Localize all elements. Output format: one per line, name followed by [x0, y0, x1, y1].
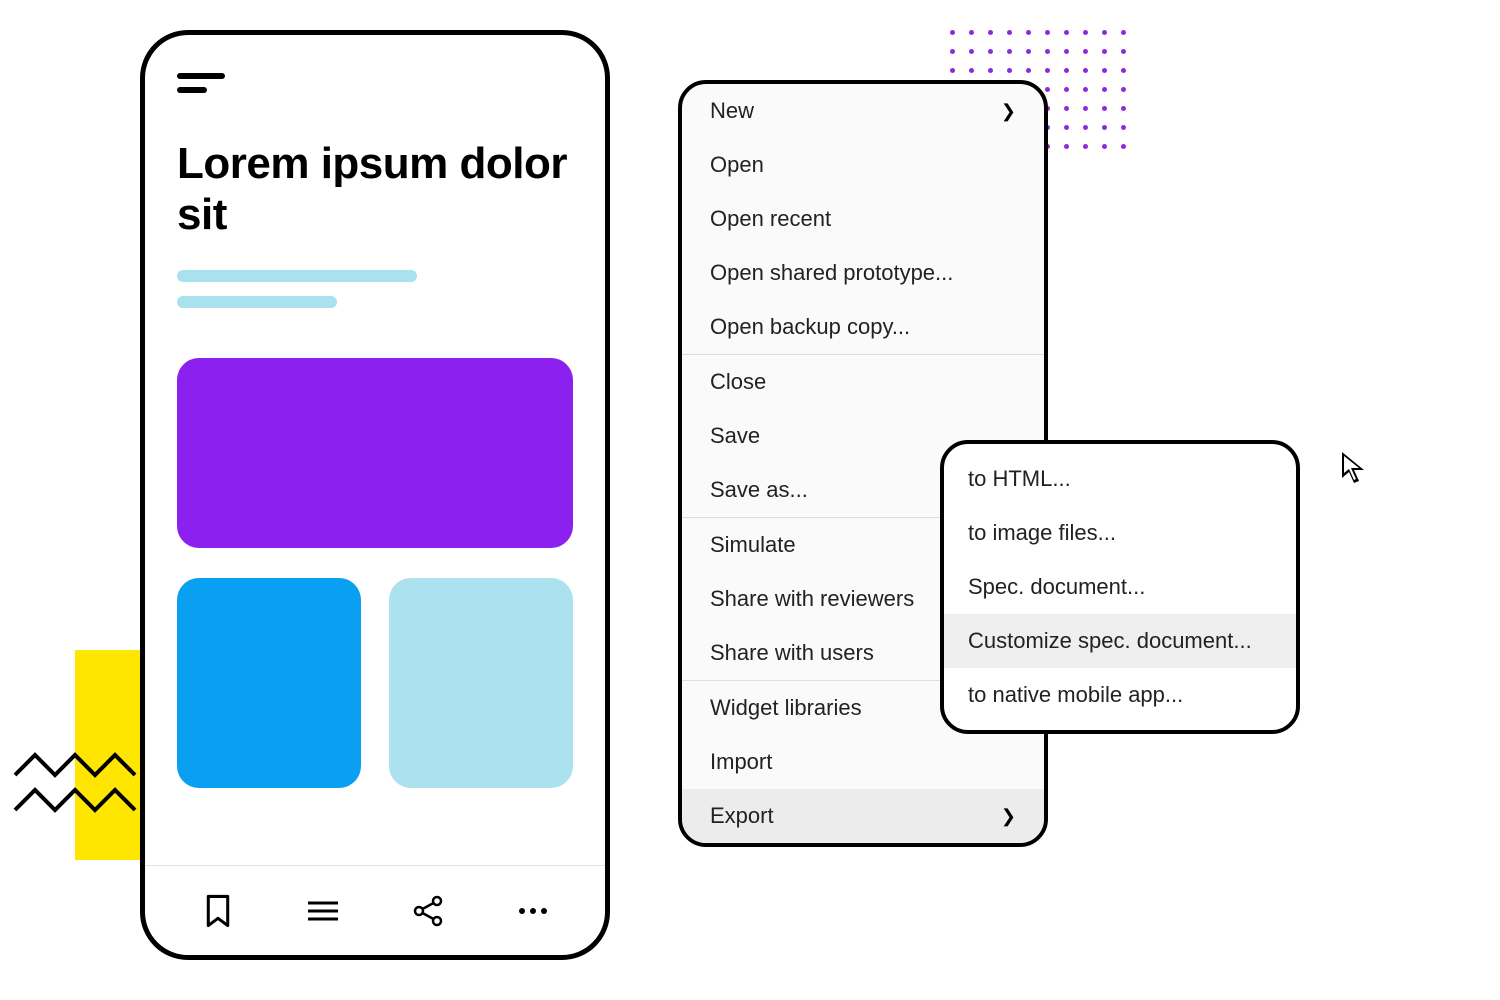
- card-item-blue[interactable]: [177, 578, 361, 788]
- page-title: Lorem ipsum dolor sit: [177, 139, 573, 240]
- subtitle-placeholder: [177, 270, 573, 308]
- submenu-item-to-native-mobile-app[interactable]: to native mobile app...: [944, 668, 1296, 722]
- bookmark-icon[interactable]: [200, 893, 236, 929]
- card-item-lightblue[interactable]: [389, 578, 573, 788]
- more-icon[interactable]: [515, 893, 551, 929]
- menu-item-label: Open recent: [710, 206, 831, 232]
- phone-toolbar: [145, 865, 605, 955]
- phone-mockup: Lorem ipsum dolor sit: [140, 30, 610, 960]
- mouse-cursor-icon: [1340, 450, 1368, 486]
- menu-item-label: Open: [710, 152, 764, 178]
- menu-item-label: Save: [710, 423, 760, 449]
- menu-item-label: Share with reviewers: [710, 586, 914, 612]
- menu-item-open-backup-copy[interactable]: Open backup copy...: [682, 300, 1044, 354]
- menu-item-label: Close: [710, 369, 766, 395]
- submenu-item-spec-document[interactable]: Spec. document...: [944, 560, 1296, 614]
- card-featured[interactable]: [177, 358, 573, 548]
- chevron-right-icon: ❯: [1001, 101, 1016, 122]
- share-icon[interactable]: [410, 893, 446, 929]
- submenu-item-label: to native mobile app...: [968, 682, 1183, 707]
- submenu-item-label: Customize spec. document...: [968, 628, 1252, 653]
- chevron-right-icon: ❯: [1001, 806, 1016, 827]
- menu-item-label: Open backup copy...: [710, 314, 910, 340]
- submenu-item-customize-spec-document[interactable]: Customize spec. document...: [944, 614, 1296, 668]
- menu-item-new[interactable]: New ❯: [682, 84, 1044, 138]
- menu-item-label: Export: [710, 803, 774, 829]
- decorative-zigzag: [10, 750, 160, 840]
- submenu-item-label: Spec. document...: [968, 574, 1145, 599]
- submenu-item-to-image-files[interactable]: to image files...: [944, 506, 1296, 560]
- menu-item-label: Simulate: [710, 532, 796, 558]
- submenu-item-to-html[interactable]: to HTML...: [944, 452, 1296, 506]
- menu-item-import[interactable]: Import: [682, 735, 1044, 789]
- hamburger-icon[interactable]: [177, 73, 225, 93]
- menu-item-label: Widget libraries: [710, 695, 862, 721]
- submenu-item-label: to image files...: [968, 520, 1116, 545]
- menu-item-label: Open shared prototype...: [710, 260, 953, 286]
- menu-item-open-recent[interactable]: Open recent: [682, 192, 1044, 246]
- menu-item-close[interactable]: Close: [682, 354, 1044, 409]
- submenu-item-label: to HTML...: [968, 466, 1071, 491]
- menu-item-open-shared-prototype[interactable]: Open shared prototype...: [682, 246, 1044, 300]
- menu-item-label: Save as...: [710, 477, 808, 503]
- list-icon[interactable]: [305, 893, 341, 929]
- menu-item-label: Import: [710, 749, 772, 775]
- menu-item-label: New: [710, 98, 754, 124]
- export-submenu: to HTML... to image files... Spec. docum…: [940, 440, 1300, 734]
- menu-item-export[interactable]: Export ❯: [682, 789, 1044, 843]
- menu-item-open[interactable]: Open: [682, 138, 1044, 192]
- menu-item-label: Share with users: [710, 640, 874, 666]
